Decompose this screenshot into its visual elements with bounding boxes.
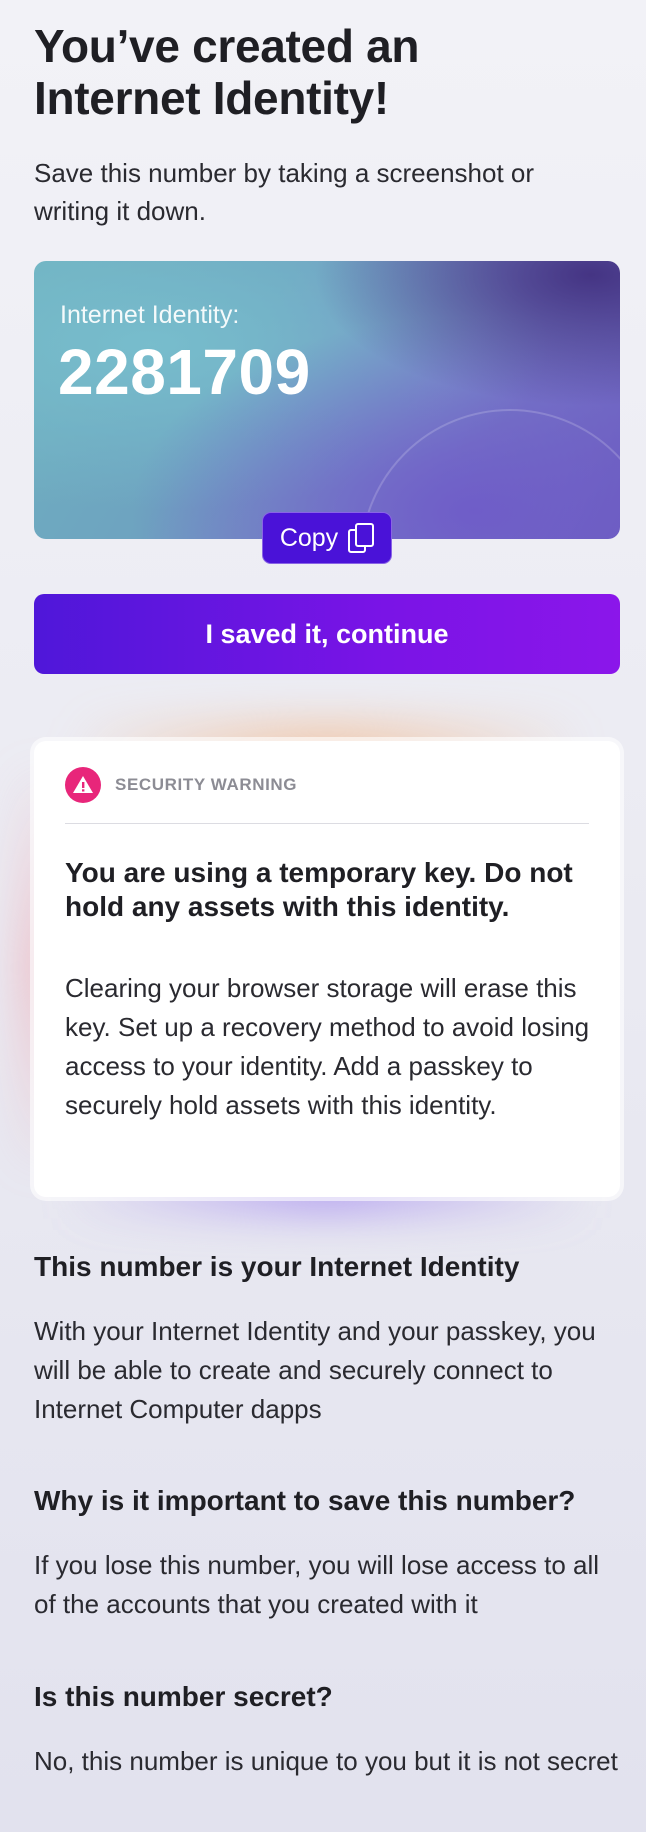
page-title: You’ve created an Internet Identity! [34, 20, 420, 124]
identity-card: Internet Identity: 2281709 [34, 261, 620, 539]
security-warning-body: Clearing your browser storage will erase… [65, 973, 590, 1120]
faq-section: Why is it important to save this number?… [34, 1484, 620, 1624]
identity-label: Internet Identity: [60, 301, 240, 329]
faq-question: Why is it important to save this number? [34, 1485, 576, 1516]
copy-icon [348, 523, 375, 553]
security-warning-header: SECURITY WARNING [65, 767, 297, 803]
faq-question: This number is your Internet Identity [34, 1251, 520, 1282]
security-warning-title: You are using a temporary key. Do not ho… [65, 857, 573, 922]
faq-answer: No, this number is unique to you but it … [34, 1746, 618, 1776]
card-decoration [360, 409, 620, 539]
copy-button[interactable]: Copy [262, 512, 392, 564]
continue-button[interactable]: I saved it, continue [34, 594, 620, 674]
page-subtitle: Save this number by taking a screenshot … [34, 158, 535, 226]
faq-answer: If you lose this number, you will lose a… [34, 1550, 600, 1619]
copy-button-label: Copy [279, 523, 339, 552]
faq-section: This number is your Internet Identity Wi… [34, 1250, 620, 1429]
faq-question: Is this number secret? [34, 1681, 333, 1712]
security-warning-card: SECURITY WARNING You are using a tempora… [34, 741, 620, 1197]
identity-number: 2281709 [58, 336, 311, 408]
faq-section: Is this number secret? No, this number i… [34, 1680, 620, 1781]
page: You’ve created an Internet Identity! Sav… [0, 0, 646, 1832]
divider [65, 823, 589, 824]
alert-triangle-icon [65, 767, 101, 803]
faq-answer: With your Internet Identity and your pas… [34, 1316, 596, 1424]
security-warning-label: SECURITY WARNING [115, 775, 298, 794]
